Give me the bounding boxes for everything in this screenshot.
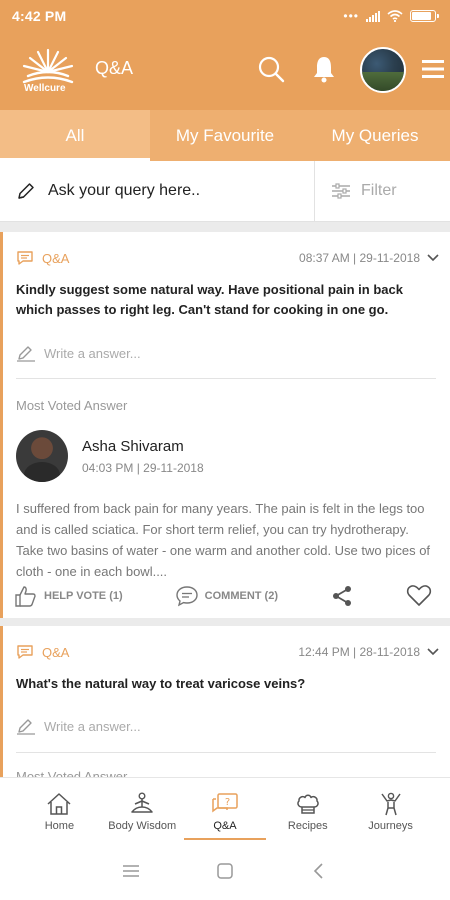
app-header: Wellcure Q&A — [0, 32, 450, 110]
nav-recipes[interactable]: Recipes — [267, 778, 349, 841]
chevron-down-icon[interactable] — [426, 253, 440, 263]
qa-chat-icon — [17, 645, 33, 659]
nav-journeys[interactable]: Journeys — [350, 778, 432, 841]
card-type-label: Q&A — [42, 644, 70, 660]
heart-icon[interactable] — [406, 584, 432, 608]
filter-button[interactable]: Filter — [315, 161, 450, 221]
tab-label: My Queries — [331, 125, 419, 145]
filter-label: Filter — [361, 182, 397, 199]
nav-qa[interactable]: ? Q&A — [183, 778, 266, 841]
signal-icon — [366, 10, 380, 22]
post-datetime: 12:44 PM | 28-11-2018 — [298, 645, 420, 659]
question-text[interactable]: Kindly suggest some natural way. Have po… — [16, 280, 436, 320]
ask-query-placeholder: Ask your query here.. — [48, 182, 201, 199]
battery-fill — [412, 12, 431, 20]
help-vote-button[interactable]: HELP VOTE (1) — [14, 584, 123, 608]
nav-label: Body Wisdom — [108, 820, 177, 832]
brand-name: Wellcure — [24, 83, 66, 94]
nav-label: Journeys — [368, 820, 413, 832]
hamburger-menu-icon[interactable] — [420, 54, 446, 84]
wifi-icon — [387, 10, 403, 22]
query-bar: Ask your query here.. Filter — [0, 161, 450, 222]
svg-text:?: ? — [225, 797, 230, 808]
tab-my-favourite[interactable]: My Favourite — [150, 110, 300, 161]
qa-card: Q&A 12:44 PM | 28-11-2018 What's the nat… — [0, 626, 450, 777]
most-voted-label: Most Voted Answer — [16, 769, 128, 777]
chef-hat-icon — [297, 794, 319, 814]
page-title: Q&A — [95, 58, 134, 78]
write-answer-placeholder: Write a answer... — [44, 718, 141, 734]
qa-chat-icon — [17, 251, 33, 265]
square-icon — [217, 862, 233, 879]
chevron-down-icon[interactable] — [426, 647, 440, 657]
bottom-navigation: Home Body Wisdom ? Q&A Recipes Journeys — [0, 777, 450, 841]
ask-query-input[interactable]: Ask your query here.. — [0, 161, 315, 221]
bell-icon[interactable] — [309, 54, 339, 84]
card-date: 12:44 PM | 28-11-2018 — [298, 645, 440, 659]
help-vote-label: HELP VOTE (1) — [44, 590, 123, 602]
answer-datetime: 04:03 PM | 29-11-2018 — [82, 460, 204, 475]
divider — [16, 378, 436, 379]
nav-label: Q&A — [213, 820, 237, 832]
answerer-info: Asha Shivaram 04:03 PM | 29-11-2018 — [82, 438, 204, 475]
most-voted-label: Most Voted Answer — [16, 398, 128, 413]
tab-all[interactable]: All — [0, 110, 150, 161]
write-answer-input[interactable]: Write a answer... — [16, 717, 141, 735]
comment-label: COMMENT (2) — [204, 590, 278, 602]
answer-actions: HELP VOTE (1) COMMENT (2) — [14, 584, 432, 608]
tab-label: My Favourite — [175, 125, 275, 145]
filter-sliders-icon — [332, 183, 350, 199]
system-menu-button[interactable] — [119, 859, 143, 883]
nav-label: Recipes — [287, 820, 328, 832]
card-date: 08:37 AM | 29-11-2018 — [299, 251, 440, 265]
menu-lines-icon — [123, 864, 139, 877]
divider — [16, 752, 436, 753]
meditation-icon — [131, 792, 153, 813]
post-datetime: 08:37 AM | 29-11-2018 — [299, 251, 420, 265]
comment-icon — [175, 586, 198, 607]
write-answer-input[interactable]: Write a answer... — [16, 344, 141, 362]
qa-icon: ? — [212, 793, 238, 813]
system-home-button[interactable] — [213, 859, 237, 883]
home-icon — [47, 793, 71, 815]
card-type: Q&A — [16, 644, 69, 660]
card-header: Q&A 12:44 PM | 28-11-2018 — [16, 644, 440, 660]
notification-dots-icon: ••• — [343, 9, 359, 23]
qa-card: Q&A 08:37 AM | 29-11-2018 Kindly suggest… — [0, 232, 450, 618]
share-icon[interactable] — [330, 584, 354, 608]
tab-my-queries[interactable]: My Queries — [300, 110, 450, 161]
tab-label: All — [65, 125, 85, 145]
pencil-icon — [18, 183, 34, 199]
card-type-label: Q&A — [42, 250, 70, 266]
tab-bar: All My Favourite My Queries — [0, 110, 450, 161]
status-bar: 4:42 PM ••• — [0, 0, 450, 32]
status-time: 4:42 PM — [12, 8, 67, 24]
profile-avatar[interactable] — [360, 47, 406, 93]
pencil-icon — [17, 346, 35, 362]
nav-home[interactable]: Home — [18, 778, 100, 841]
write-answer-placeholder: Write a answer... — [44, 345, 141, 361]
thumbs-up-icon — [15, 586, 36, 607]
journey-icon — [380, 792, 401, 816]
system-navigation — [0, 841, 450, 900]
comment-button[interactable]: COMMENT (2) — [175, 585, 278, 607]
card-header: Q&A 08:37 AM | 29-11-2018 — [16, 250, 440, 266]
card-accent-bar — [0, 626, 3, 777]
card-type: Q&A — [16, 250, 69, 266]
nav-body-wisdom[interactable]: Body Wisdom — [101, 778, 183, 841]
back-chevron-icon — [313, 862, 323, 879]
system-back-button[interactable] — [307, 859, 331, 883]
pencil-icon — [17, 719, 35, 735]
answerer-name: Asha Shivaram — [82, 437, 184, 455]
search-icon[interactable] — [256, 54, 286, 84]
answerer-avatar[interactable] — [16, 430, 68, 482]
battery-icon — [410, 10, 439, 22]
answer-author[interactable]: Asha Shivaram 04:03 PM | 29-11-2018 — [16, 430, 204, 482]
question-text[interactable]: What's the natural way to treat varicose… — [16, 674, 436, 694]
nav-label: Home — [44, 820, 75, 832]
card-accent-bar — [0, 232, 3, 618]
answer-text[interactable]: I suffered from back pain for many years… — [16, 498, 436, 582]
status-icons: ••• — [343, 9, 439, 23]
qa-feed[interactable]: Q&A 08:37 AM | 29-11-2018 Kindly suggest… — [0, 222, 450, 777]
